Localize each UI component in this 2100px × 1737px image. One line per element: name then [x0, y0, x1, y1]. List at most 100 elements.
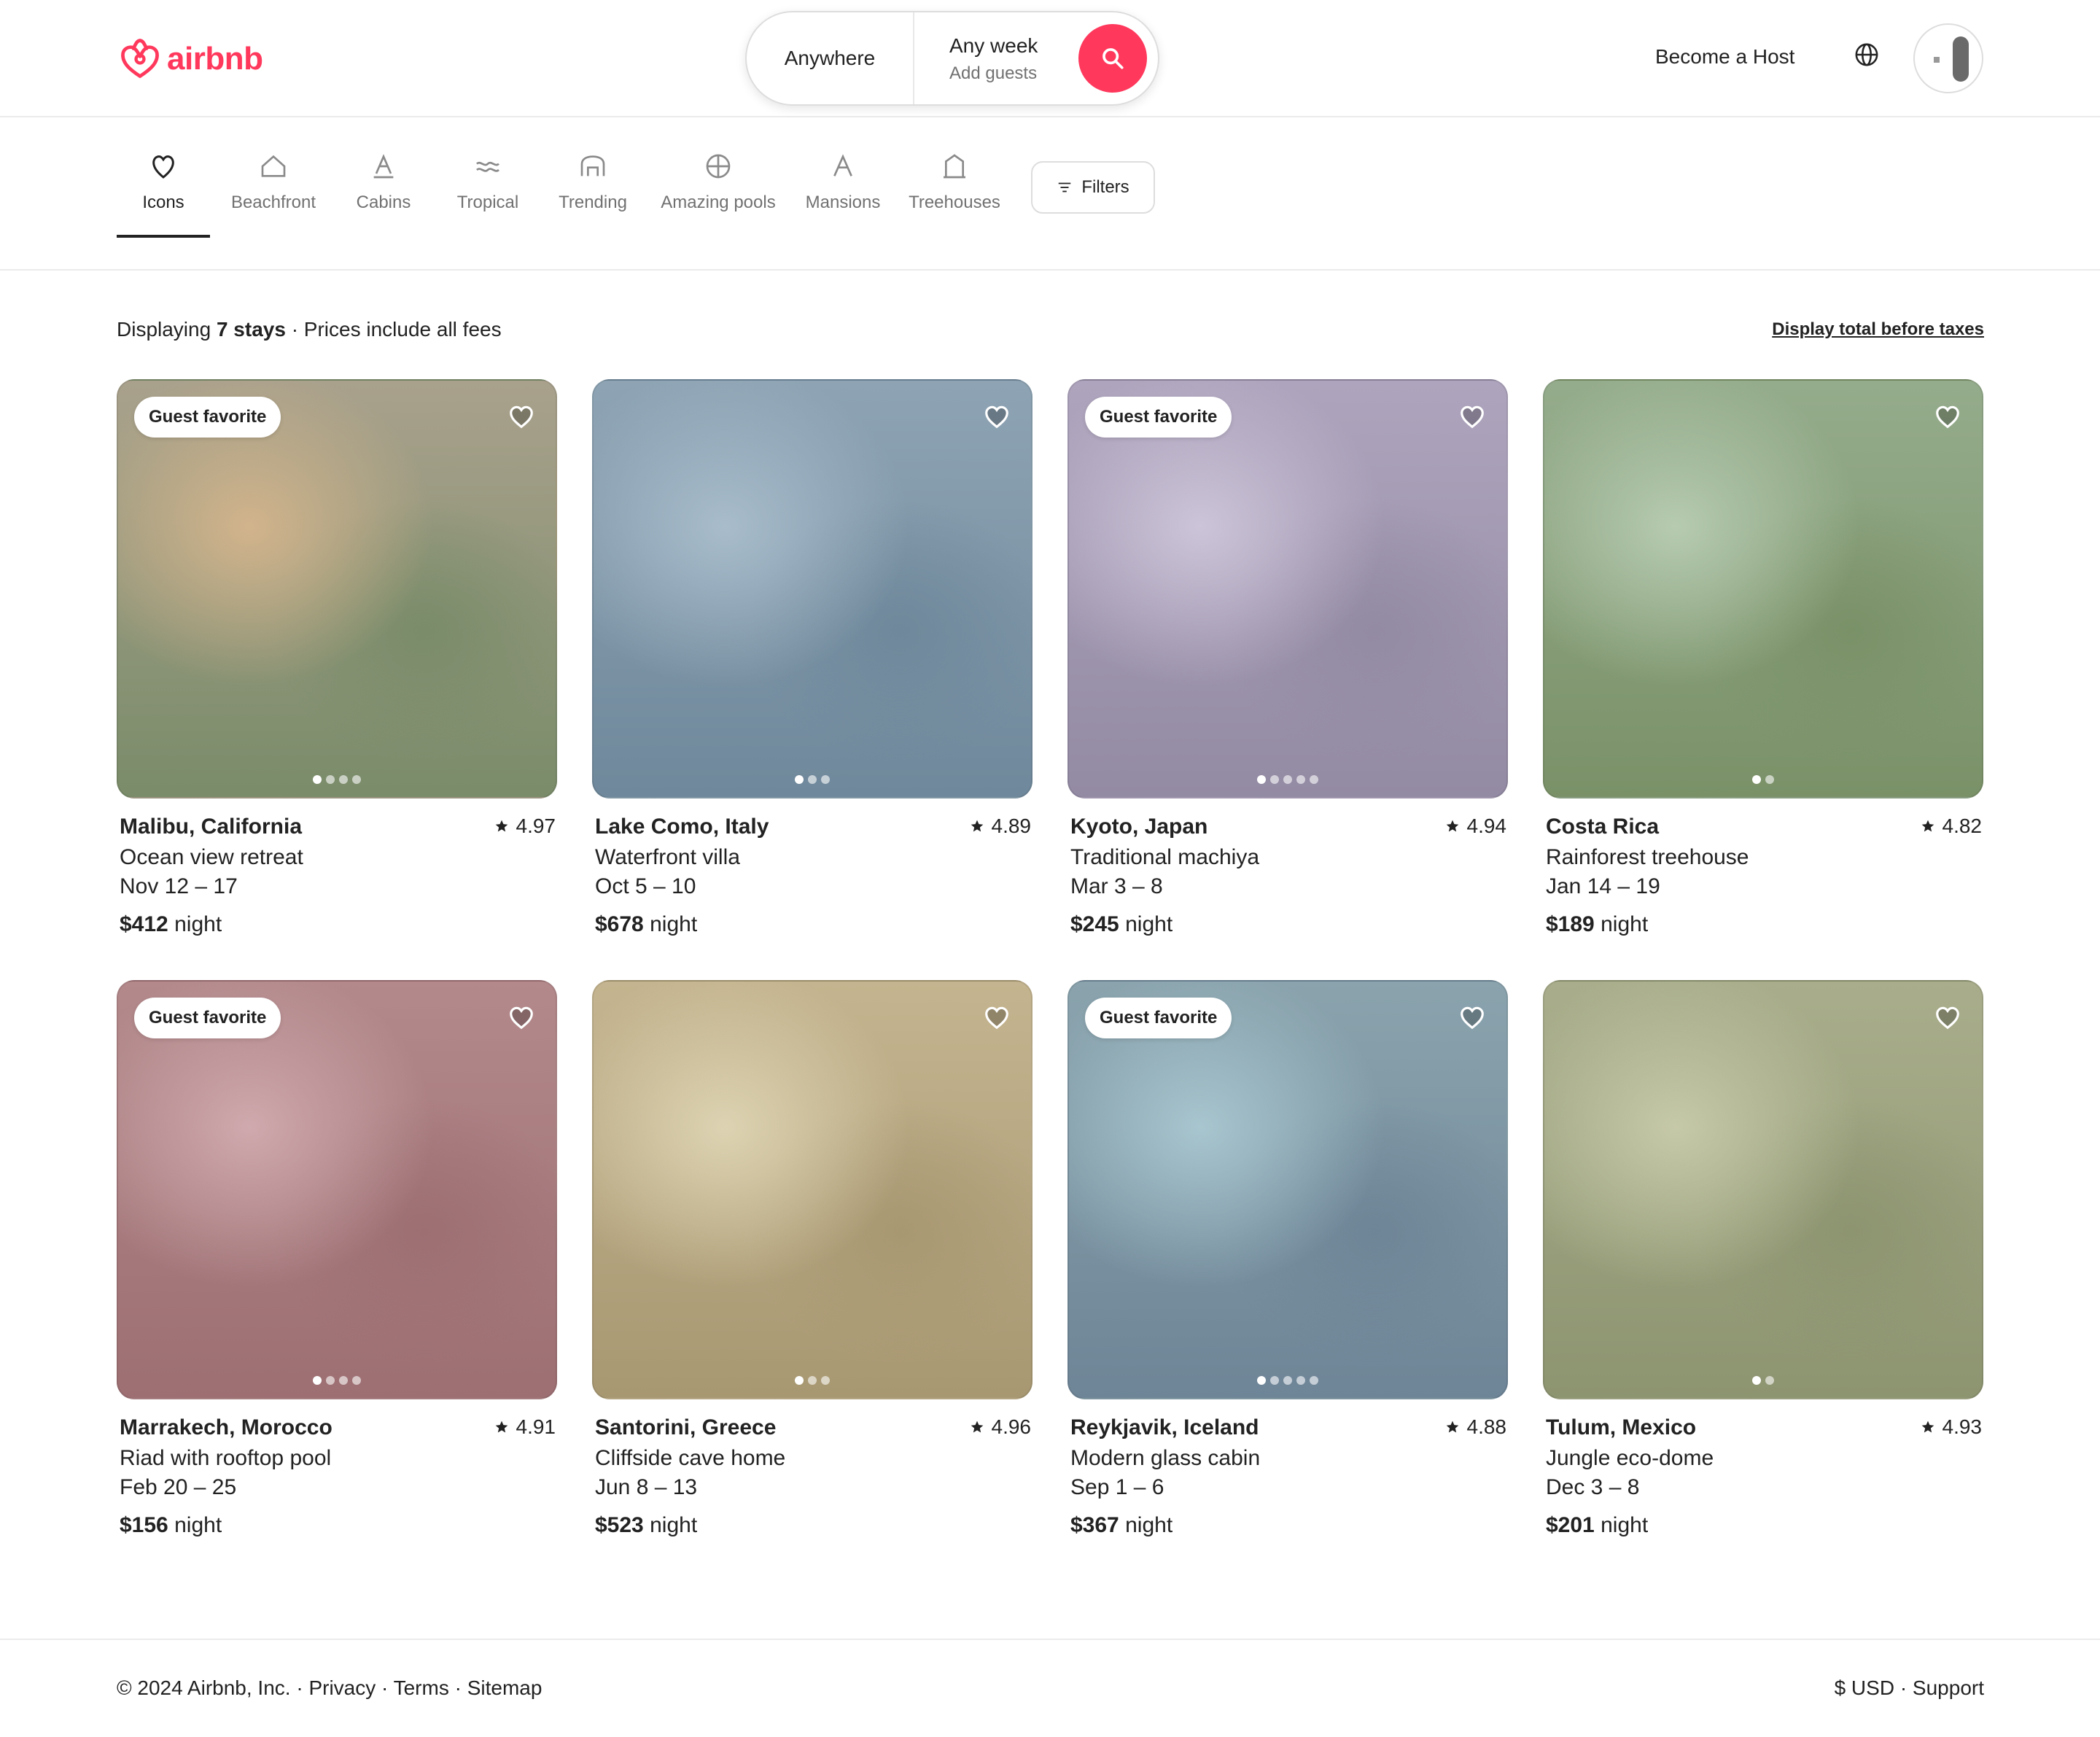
photo-dot[interactable] — [339, 1376, 348, 1385]
listing-meta: Malibu, California 4.97 Ocean view retreat… — [117, 815, 557, 937]
photo-dot[interactable] — [821, 775, 830, 784]
rating-value: 4.94 — [1466, 815, 1507, 837]
footer-currency-support[interactable]: $ USD · Support — [1835, 1676, 1984, 1700]
tab-mansions[interactable]: Mansions — [785, 150, 901, 238]
listing-photo[interactable]: Guest favorite — [117, 980, 557, 1399]
listing-photo[interactable] — [1543, 379, 1983, 798]
heart-icon[interactable] — [508, 403, 535, 430]
photo-dot[interactable] — [1765, 775, 1774, 784]
listing-price: $678 night — [595, 912, 1032, 937]
listing-card[interactable]: Guest favorite Marrakech, Morocco 4.91 Riad… — [117, 980, 557, 1538]
photo-dot[interactable] — [821, 1376, 830, 1385]
listing-dates: Feb 20 – 25 — [120, 1475, 237, 1499]
heart-icon[interactable] — [1458, 403, 1486, 430]
listing-rating: 4.93 — [1921, 1415, 1982, 1439]
listing-card[interactable]: Tulum, Mexico 4.93 Jungle eco-dome Dec 3 – … — [1543, 980, 1983, 1538]
tab-icons[interactable]: Icons — [105, 150, 222, 238]
photo-dot[interactable] — [795, 1376, 804, 1385]
listing-title: Jungle eco-dome — [1546, 1446, 1714, 1470]
photo-dot[interactable] — [1765, 1376, 1774, 1385]
listing-card[interactable]: Guest favorite Reykjavik, Iceland 4.88 Mode… — [1068, 980, 1508, 1538]
listing-photo[interactable]: Guest favorite — [1068, 379, 1508, 798]
user-menu-button[interactable] — [1913, 23, 1983, 93]
listing-card[interactable]: Guest favorite Kyoto, Japan 4.94 Traditiona… — [1068, 379, 1508, 937]
photo-dot[interactable] — [808, 1376, 817, 1385]
photo-dot[interactable] — [1310, 1376, 1318, 1385]
photo-dot[interactable] — [1283, 1376, 1292, 1385]
price-amount: $412 — [120, 912, 168, 936]
heart-icon[interactable] — [983, 1003, 1011, 1031]
photo-dot[interactable] — [326, 1376, 335, 1385]
heart-icon[interactable] — [1458, 1003, 1486, 1031]
photo-dot[interactable] — [313, 775, 322, 784]
photo-dot[interactable] — [313, 1376, 322, 1385]
tab-trending[interactable]: Trending — [534, 150, 651, 238]
photo-dot[interactable] — [1257, 775, 1266, 784]
rating-value: 4.88 — [1466, 1415, 1507, 1438]
search-bar[interactable]: Anywhere Any week Add guests — [745, 11, 1159, 106]
listing-photo[interactable] — [592, 980, 1032, 1399]
globe-icon[interactable] — [1854, 42, 1879, 67]
photo-dot[interactable] — [808, 775, 817, 784]
search-where[interactable]: Anywhere — [747, 12, 913, 104]
photo-dot[interactable] — [1296, 775, 1305, 784]
footer-links[interactable]: © 2024 Airbnb, Inc. · Privacy · Terms · … — [117, 1676, 542, 1700]
listing-photo[interactable] — [1543, 980, 1983, 1399]
price-amount: $367 — [1070, 1513, 1119, 1537]
listing-photo[interactable] — [592, 379, 1032, 798]
listing-card[interactable]: Lake Como, Italy 4.89 Waterfront villa Oct … — [592, 379, 1032, 937]
category-label: Treehouses — [909, 193, 1000, 212]
filters-button[interactable]: Filters — [1031, 161, 1155, 214]
listing-location: Tulum, Mexico — [1546, 1415, 1697, 1439]
star-icon — [495, 820, 508, 832]
listing-card[interactable]: Costa Rica 4.82 Rainforest treehouse Jan 14… — [1543, 379, 1983, 937]
tab-beachfront[interactable]: Beachfront — [215, 150, 332, 238]
photo-dot[interactable] — [1257, 1376, 1266, 1385]
heart-icon[interactable] — [1934, 1003, 1961, 1031]
photo-dot[interactable] — [1283, 775, 1292, 784]
tab-treehouses[interactable]: Treehouses — [896, 150, 1013, 238]
photo-dot[interactable] — [1310, 775, 1318, 784]
photo-dot[interactable] — [795, 775, 804, 784]
category-label: Cabins — [356, 193, 411, 212]
photo-dot[interactable] — [1270, 1376, 1279, 1385]
search-who: Add guests — [949, 63, 1038, 83]
tab-tropical[interactable]: Tropical — [429, 150, 546, 238]
photo-dot[interactable] — [1296, 1376, 1305, 1385]
photo-dot[interactable] — [326, 775, 335, 784]
heart-icon[interactable] — [508, 1003, 535, 1031]
tab-amazing-pools[interactable]: Amazing pools — [660, 150, 777, 238]
search-when-who[interactable]: Any week Add guests — [949, 34, 1038, 84]
price-unit: night — [650, 912, 698, 936]
listing-dates: Sep 1 – 6 — [1070, 1475, 1164, 1499]
price-unit: night — [650, 1513, 698, 1537]
photo-dot[interactable] — [1752, 1376, 1761, 1385]
listing-meta: Santorini, Greece 4.96 Cliffside cave home… — [592, 1415, 1032, 1538]
listing-photo[interactable]: Guest favorite — [1068, 980, 1508, 1399]
photo-dot[interactable] — [339, 775, 348, 784]
listing-card[interactable]: Santorini, Greece 4.96 Cliffside cave home… — [592, 980, 1032, 1538]
price-amount: $678 — [595, 912, 644, 936]
photo-dot[interactable] — [1752, 775, 1761, 784]
heart-icon[interactable] — [983, 403, 1011, 430]
listing-title: Waterfront villa — [595, 845, 740, 869]
listing-photo[interactable]: Guest favorite — [117, 379, 557, 798]
airbnb-logo[interactable]: airbnb — [119, 36, 263, 82]
category-label: Mansions — [805, 193, 881, 212]
brand-name: airbnb — [167, 41, 263, 77]
listing-rating: 4.97 — [494, 815, 556, 838]
search-button[interactable] — [1078, 24, 1147, 93]
become-host-link[interactable]: Become a Host — [1655, 45, 1794, 69]
listing-rating: 4.88 — [1445, 1415, 1507, 1439]
tab-cabins[interactable]: Cabins — [325, 150, 442, 238]
treehouses-icon — [944, 154, 965, 179]
listing-title: Riad with rooftop pool — [120, 1446, 332, 1470]
photo-dot[interactable] — [352, 775, 361, 784]
listing-price: $367 night — [1070, 1513, 1508, 1538]
listing-card[interactable]: Guest favorite Malibu, California 4.97 Ocea… — [117, 379, 557, 937]
photo-dot[interactable] — [1270, 775, 1279, 784]
display-total-toggle[interactable]: Display total before taxes — [1772, 319, 1984, 340]
heart-icon[interactable] — [1934, 403, 1961, 430]
price-unit: night — [174, 912, 222, 936]
photo-dot[interactable] — [352, 1376, 361, 1385]
